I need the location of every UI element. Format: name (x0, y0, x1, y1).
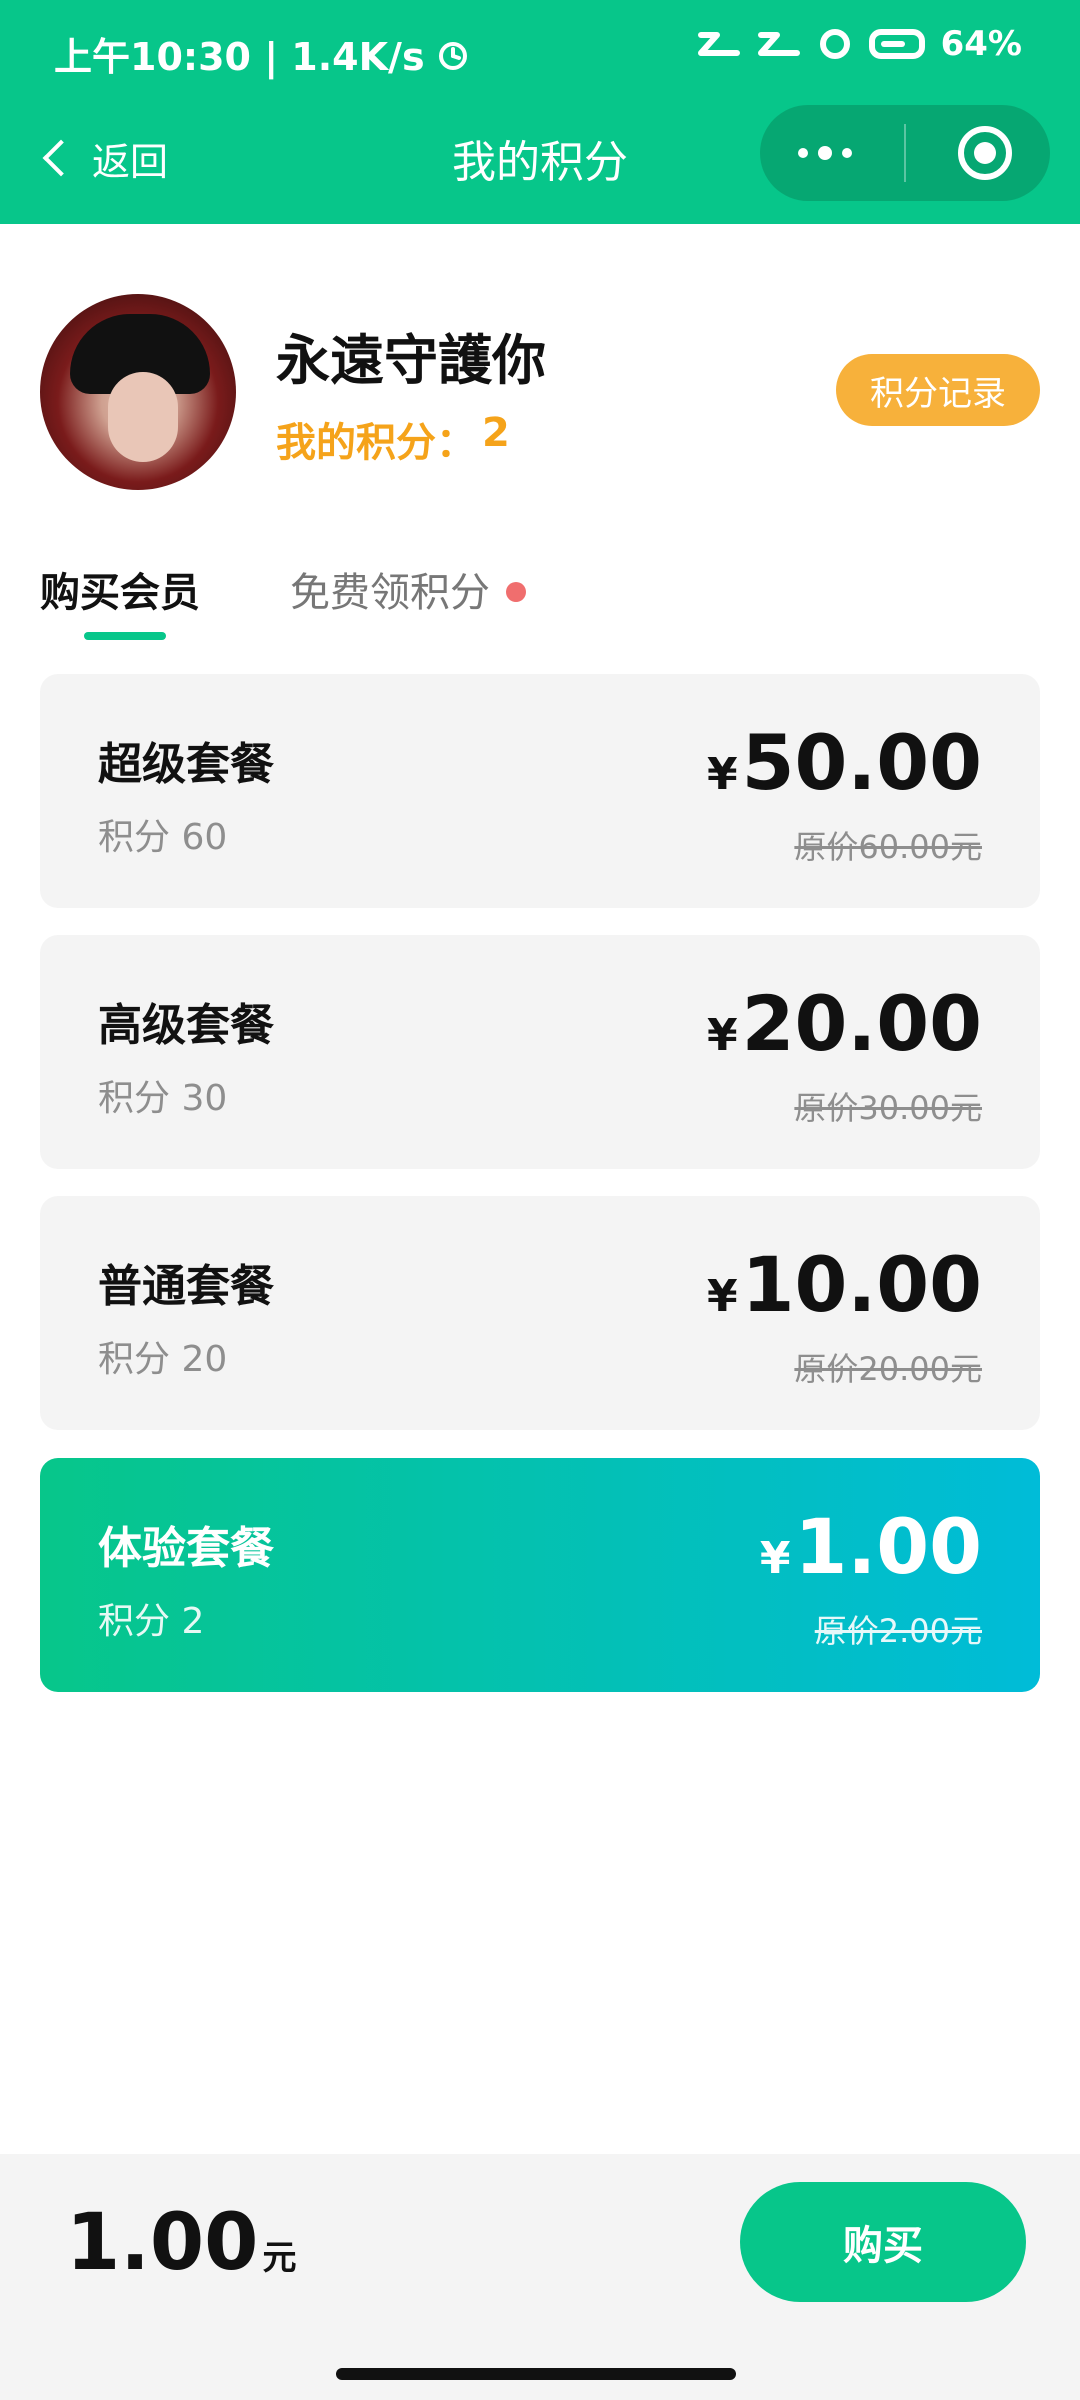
price-value: 20.00 (741, 979, 982, 1068)
price-value: 10.00 (741, 1240, 982, 1329)
home-indicator[interactable] (336, 2368, 736, 2380)
package-price: ¥ 50.00 (707, 718, 982, 807)
package-card-super[interactable]: 超级套餐 积分 60 ¥ 50.00 原价60.00元 (40, 674, 1040, 908)
package-title: 体验套餐 (98, 1523, 274, 1574)
points-value: 2 (482, 410, 510, 456)
package-price: ¥ 20.00 (707, 979, 982, 1068)
points-label: 我的积分： (276, 420, 476, 466)
more-dots-icon[interactable] (798, 146, 852, 160)
status-left: 上午10:30 | 1.4K/s (54, 26, 471, 81)
package-price: ¥ 1.00 (760, 1502, 982, 1591)
buy-button[interactable]: 购买 (740, 2182, 1026, 2302)
user-name: 永遠守護你 (276, 329, 546, 392)
points-record-button[interactable]: 积分记录 (836, 354, 1040, 426)
package-card-advanced[interactable]: 高级套餐 积分 30 ¥ 20.00 原价30.00元 (40, 935, 1040, 1169)
points-line: 我的积分： 2 (276, 410, 510, 468)
package-card-trial[interactable]: 体验套餐 积分 2 ¥ 1.00 原价2.00元 (40, 1458, 1040, 1692)
notification-dot (506, 582, 526, 602)
package-title: 高级套餐 (98, 1000, 274, 1051)
total-value: 1.00 (66, 2198, 259, 2288)
tabs: 购买会员 免费领积分 (0, 560, 1080, 650)
wifi-icon (819, 29, 850, 59)
tab-label: 免费领积分 (290, 570, 490, 616)
mini-program-capsule (760, 105, 1050, 201)
status-right: 64% (697, 24, 1022, 64)
total-unit: 元 (262, 2238, 297, 2278)
currency-symbol: ¥ (759, 1533, 791, 1584)
package-points: 积分 2 (98, 1601, 205, 1642)
original-price: 原价60.00元 (794, 828, 982, 866)
package-price: ¥ 10.00 (707, 1240, 982, 1329)
capsule-divider (904, 124, 906, 182)
package-card-normal[interactable]: 普通套餐 积分 20 ¥ 10.00 原价20.00元 (40, 1196, 1040, 1430)
signal-icon (697, 32, 740, 56)
battery-percent: 64% (940, 24, 1022, 64)
package-points: 积分 60 (98, 817, 228, 858)
currency-symbol: ¥ (706, 1271, 738, 1322)
battery-icon (868, 29, 925, 59)
package-points: 积分 30 (98, 1078, 228, 1119)
original-price: 原价20.00元 (794, 1350, 982, 1388)
tab-label: 购买会员 (40, 570, 200, 616)
package-title: 超级套餐 (98, 739, 274, 790)
currency-symbol: ¥ (706, 749, 738, 800)
tab-free-points[interactable]: 免费领积分 (290, 560, 490, 618)
status-bar: 上午10:30 | 1.4K/s 64% (0, 0, 1080, 100)
target-icon[interactable] (958, 126, 1012, 180)
tab-buy-membership[interactable]: 购买会员 (40, 560, 200, 640)
package-points: 积分 20 (98, 1339, 228, 1380)
status-time-speed: 上午10:30 | 1.4K/s (54, 35, 425, 79)
header-bar: 上午10:30 | 1.4K/s 64% 返回 我的积分 (0, 0, 1080, 224)
total-amount: 1.00 元 (66, 2198, 296, 2288)
bottom-bar: 1.00 元 购买 (0, 2154, 1080, 2400)
alarm-icon (438, 41, 467, 70)
price-value: 50.00 (741, 718, 982, 807)
package-title: 普通套餐 (98, 1261, 274, 1312)
signal-icon (757, 32, 800, 56)
nav-bar: 返回 我的积分 (0, 100, 1080, 224)
currency-symbol: ¥ (706, 1010, 738, 1061)
price-value: 1.00 (794, 1502, 982, 1591)
profile-section: 永遠守護你 我的积分： 2 积分记录 (0, 224, 1080, 524)
avatar-face (108, 372, 178, 462)
original-price: 原价30.00元 (794, 1089, 982, 1127)
avatar (40, 294, 236, 490)
original-price: 原价2.00元 (814, 1612, 982, 1650)
tab-underline (84, 632, 166, 640)
